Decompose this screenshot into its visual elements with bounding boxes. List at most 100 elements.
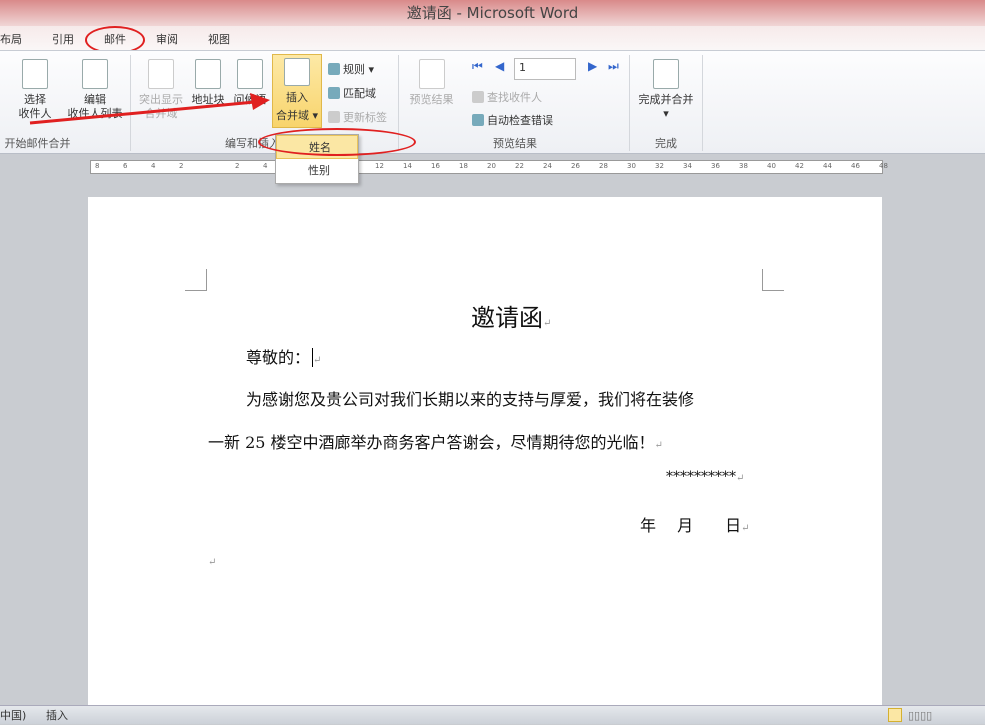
update-icon (328, 111, 340, 123)
doc-salutation: 尊敬的： ↵ (246, 348, 322, 367)
rules-button[interactable]: 规则 ▾ (328, 61, 374, 77)
tab-layout[interactable]: 布局 (0, 31, 22, 47)
group-label: 完成 (655, 137, 677, 150)
previous-record-button[interactable]: ◀ (495, 59, 504, 73)
highlight-fields-button[interactable]: 突出显示 合并域 (135, 59, 187, 121)
finish-merge-button[interactable]: 完成并合并 ▾ (634, 59, 698, 121)
label: 更新标签 (343, 111, 387, 124)
doc-title: 邀请函↵ (471, 304, 552, 332)
update-labels-button[interactable]: 更新标签 (328, 109, 387, 125)
recipients-icon (22, 59, 48, 89)
auto-check-errors-button[interactable]: 自动检查错误 (472, 112, 553, 128)
dropdown-item-gender[interactable]: 性别 (276, 159, 358, 183)
magnifier-icon (418, 59, 445, 89)
ruler-tick: 2 (235, 162, 240, 170)
divider (130, 55, 131, 151)
language-status[interactable]: 中国) (0, 706, 26, 725)
label: 预览结果 (409, 93, 454, 106)
label: 突出显示 (139, 93, 183, 106)
ruler-tick: 28 (599, 162, 608, 170)
greeting-icon (237, 59, 263, 89)
ruler-tick: 48 (879, 162, 888, 170)
finish-merge-icon (653, 59, 679, 89)
ribbon: 选择 收件人 编辑 收件人列表 开始邮件合并 突出显示 合并域 地址块 问候语 规则 … (0, 50, 985, 154)
match-fields-button[interactable]: 匹配域 (328, 85, 376, 101)
last-record-button[interactable]: ⏭ (608, 59, 619, 74)
label: 选择 (24, 93, 46, 106)
tab-references[interactable]: 引用 (52, 31, 74, 47)
tab-review[interactable]: 审阅 (156, 31, 178, 47)
status-bar: 中国) 插入 ▯▯▯▯ (0, 705, 985, 724)
insert-label: 插入 (286, 91, 308, 104)
insert-mode-status[interactable]: 插入 (46, 706, 68, 725)
ruler-tick: 32 (655, 162, 664, 170)
ruler-tick: 22 (515, 162, 524, 170)
document-page[interactable]: 邀请函↵ 尊敬的： ↵ 为感谢您及贵公司对我们长期以来的支持与厚爱，我们将在装修 … (88, 197, 882, 707)
record-number-input[interactable]: 1 (514, 58, 576, 80)
highlight-circle (258, 128, 416, 156)
check-icon (472, 114, 484, 126)
doc-signature: **********↵ (666, 469, 745, 485)
group-label: 预览结果 (493, 137, 537, 150)
ruler-tick: 14 (403, 162, 412, 170)
ruler-tick: 12 (375, 162, 384, 170)
edit-list-icon (82, 59, 108, 89)
label: 完成并合并 (638, 93, 694, 106)
first-record-button[interactable]: ⏮ (472, 59, 483, 74)
tab-view[interactable]: 视图 (208, 31, 230, 47)
select-recipients-button[interactable]: 选择 收件人 (10, 59, 60, 121)
ruler-tick: 16 (431, 162, 440, 170)
divider (702, 55, 703, 151)
ruler-tick: 4 (263, 162, 268, 170)
preview-results-button[interactable]: 预览结果 (404, 59, 459, 107)
window-title: 邀请函 - Microsoft Word (406, 4, 579, 22)
print-layout-view-button[interactable] (888, 708, 902, 722)
ruler-tick: 8 (95, 162, 100, 170)
ruler-tick: 46 (851, 162, 860, 170)
insert-merge-field-button[interactable]: 插入 合并域 ▾ (272, 54, 322, 128)
label: 问候语 (233, 93, 267, 106)
highlight-icon (148, 59, 174, 89)
merge-field-icon (284, 58, 310, 86)
label: 匹配域 (343, 87, 376, 100)
find-recipient-button[interactable]: 查找收件人 (472, 89, 542, 105)
ribbon-tabs: 布局 引用 邮件 审阅 视图 (0, 26, 985, 54)
ruler-tick: 30 (627, 162, 636, 170)
label: 合并域 (144, 107, 178, 120)
merge-field-label: 合并域 (275, 109, 309, 122)
ruler-tick: 24 (543, 162, 552, 170)
ruler-tick: 38 (739, 162, 748, 170)
title-bar: 邀请函 - Microsoft Word (0, 0, 985, 26)
address-block-button[interactable]: 地址块 (188, 59, 228, 107)
label: 收件人列表 (67, 107, 123, 120)
label: 规则 (343, 63, 365, 76)
match-icon (328, 87, 340, 99)
divider (629, 55, 630, 151)
horizontal-ruler[interactable]: 8642246810121416182022242628303234363840… (90, 160, 888, 174)
edit-recipients-button[interactable]: 编辑 收件人列表 (65, 59, 125, 121)
ruler-tick: 36 (711, 162, 720, 170)
ruler-tick: 18 (459, 162, 468, 170)
address-icon (195, 59, 221, 89)
ruler-tick: 6 (123, 162, 128, 170)
ruler-tick: 26 (571, 162, 580, 170)
margin-corner (762, 269, 784, 291)
label: 地址块 (191, 93, 225, 106)
ruler-tick: 2 (179, 162, 184, 170)
ruler-tick: 20 (487, 162, 496, 170)
ruler-tick: 4 (151, 162, 156, 170)
doc-date: 年 月 日↵ (640, 516, 750, 535)
doc-body-line1: 为感谢您及贵公司对我们长期以来的支持与厚爱，我们将在装修 (246, 390, 695, 409)
next-record-button[interactable]: ▶ (588, 59, 597, 73)
ruler-tick: 40 (767, 162, 776, 170)
label: 查找收件人 (487, 91, 542, 104)
doc-empty-paragraph: ↵ (208, 557, 217, 568)
doc-body-line2: 一新 25 楼空中酒廊举办商务客户答谢会，尽情期待您的光临！↵ (208, 433, 663, 452)
label: 自动检查错误 (487, 114, 553, 127)
label: 编辑 (84, 93, 106, 106)
group-label: 开始邮件合并 (4, 137, 71, 150)
ruler-tick: 44 (823, 162, 832, 170)
ruler-tick: 42 (795, 162, 804, 170)
view-buttons[interactable]: ▯▯▯▯ (908, 706, 932, 725)
greeting-line-button[interactable]: 问候语 (230, 59, 270, 107)
